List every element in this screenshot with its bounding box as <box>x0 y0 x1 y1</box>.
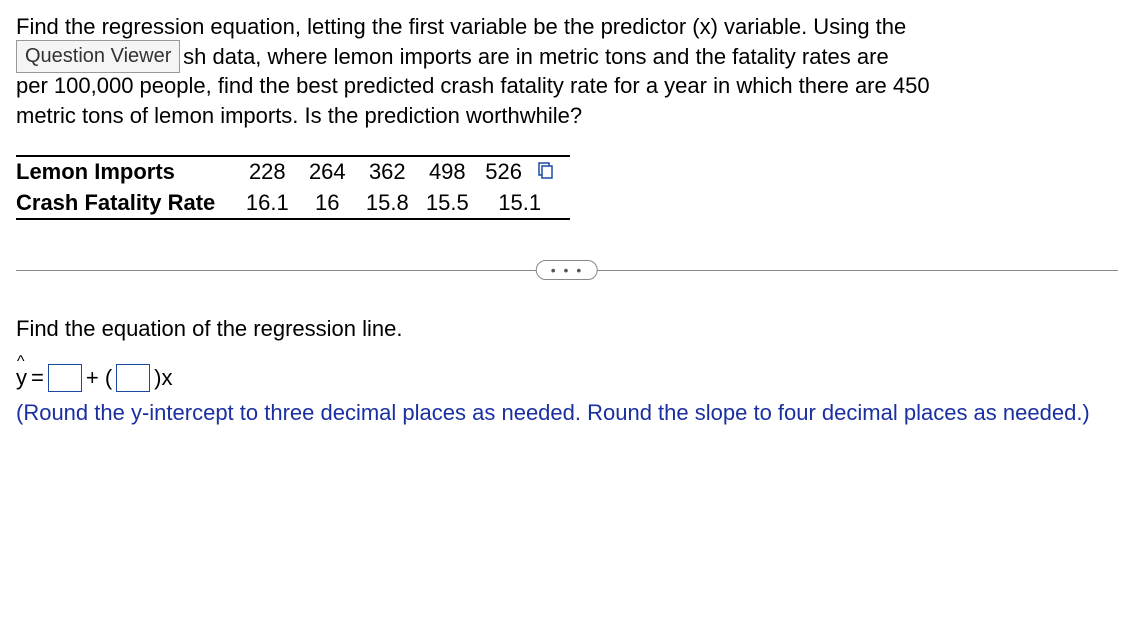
table-cell-value: 526 <box>485 159 522 184</box>
table-cell: 526 <box>485 156 570 188</box>
close-paren-x: )x <box>154 365 172 391</box>
table-row: Lemon Imports 228 264 362 498 526 <box>16 156 570 188</box>
table-cell: 15.5 <box>425 188 485 219</box>
table-cell: 15.1 <box>485 188 570 219</box>
question-line-1: Find the regression equation, letting th… <box>16 14 906 39</box>
row-label: Lemon Imports <box>16 156 245 188</box>
table-cell: 15.8 <box>365 188 425 219</box>
regression-equation: y = + ( )x <box>16 364 1118 392</box>
slope-input[interactable] <box>116 364 150 392</box>
expand-button[interactable]: • • • <box>536 260 598 280</box>
prompt-text: Find the equation of the regression line… <box>16 316 1118 342</box>
table-cell: 264 <box>305 156 365 188</box>
rounding-instruction: (Round the y-intercept to three decimal … <box>16 398 1118 428</box>
question-text: Find the regression equation, letting th… <box>16 12 1118 131</box>
equals-sign: = <box>31 365 44 391</box>
data-table: Lemon Imports 228 264 362 498 526 Crash … <box>16 155 570 220</box>
table-cell: 362 <box>365 156 425 188</box>
table-cell: 16.1 <box>245 188 305 219</box>
question-line-3: per 100,000 people, find the best predic… <box>16 73 930 98</box>
row-label: Crash Fatality Rate <box>16 188 245 219</box>
question-line-2: sh data, where lemon imports are in metr… <box>183 44 889 69</box>
table-cell: 498 <box>425 156 485 188</box>
plus-paren: + ( <box>86 365 112 391</box>
section-divider: • • • <box>16 260 1118 280</box>
copy-icon[interactable] <box>536 160 554 186</box>
table-cell: 228 <box>245 156 305 188</box>
question-viewer-button[interactable]: Question Viewer <box>16 40 180 73</box>
question-line-4: metric tons of lemon imports. Is the pre… <box>16 103 582 128</box>
table-row: Crash Fatality Rate 16.1 16 15.8 15.5 15… <box>16 188 570 219</box>
table-cell: 16 <box>305 188 365 219</box>
intercept-input[interactable] <box>48 364 82 392</box>
y-hat-symbol: y <box>16 365 27 391</box>
